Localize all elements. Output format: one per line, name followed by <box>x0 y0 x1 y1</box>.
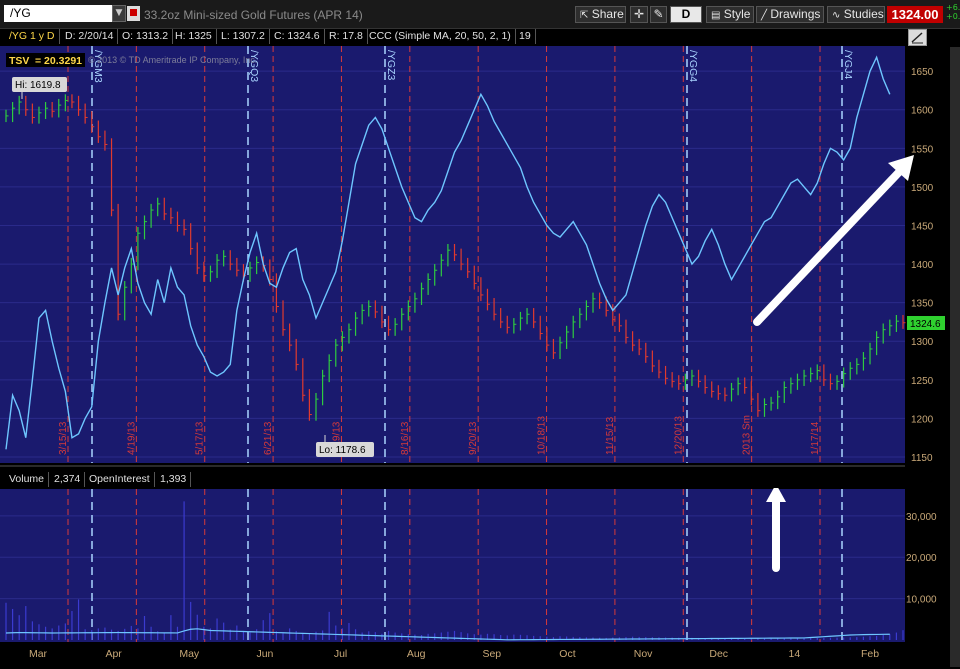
tsv-value: = 20.3291 <box>35 55 82 67</box>
open-interest-label[interactable]: OpenInterest <box>86 472 155 487</box>
month-label: Jun <box>256 648 273 660</box>
event-date-label: 2013 Sm <box>742 415 753 455</box>
tsv-label: TSV <box>9 55 29 67</box>
month-label: Aug <box>407 648 426 660</box>
event-date-label: 3/15/13 <box>58 421 69 455</box>
price-tick-label: 1150 <box>911 453 933 464</box>
volume-label[interactable]: Volume <box>6 472 50 487</box>
price-tick-label: 1350 <box>911 299 934 310</box>
month-label: Mar <box>29 648 48 660</box>
price-tick-label: 1650 <box>911 67 934 78</box>
price-tick-label: 1500 <box>911 183 934 194</box>
hi-label: Hi: 1619.8 <box>15 80 61 91</box>
copyright: © 2013 © TD Ameritrade IP Company, Inc. <box>88 55 257 65</box>
price-tick-label: 1300 <box>911 337 934 348</box>
event-date-label: 10/18/13 <box>537 416 548 455</box>
price-tick-label: 1250 <box>911 376 934 387</box>
month-label: May <box>179 648 200 660</box>
price-tick-label: 1400 <box>911 260 934 271</box>
month-label: Oct <box>559 648 575 660</box>
event-date-label: 1/17/14 <box>810 421 821 455</box>
price-tick-label: 1550 <box>911 144 934 155</box>
price-tick-label: 1450 <box>911 221 934 232</box>
event-date-label: 6/21/13 <box>263 421 274 455</box>
event-date-label: 8/16/13 <box>400 421 411 455</box>
right-scrollbar[interactable] <box>950 47 960 667</box>
expiry-label: /YGJ4 <box>842 50 854 79</box>
lo-label: Lo: 1178.6 <box>319 445 366 456</box>
event-date-label: 11/15/13 <box>605 416 616 455</box>
price-panel-bg <box>0 46 905 463</box>
time-axis-bg <box>0 642 950 669</box>
current-price-label: 1324.6 <box>910 319 941 330</box>
month-label: Nov <box>634 648 653 660</box>
event-date-label: 12/20/13 <box>673 416 684 455</box>
month-label: Feb <box>861 648 879 660</box>
event-date-label: 5/17/13 <box>195 421 206 455</box>
month-label: Dec <box>709 648 728 660</box>
month-label: Jul <box>334 648 347 660</box>
volume-tick-label: 30,000 <box>906 512 937 523</box>
volume-tick-label: 10,000 <box>906 595 937 606</box>
month-label: 14 <box>789 648 801 660</box>
price-tick-label: 1600 <box>911 106 934 117</box>
volume-value: 2,374 <box>51 472 86 487</box>
month-label: Apr <box>105 648 122 660</box>
event-date-label: 9/20/13 <box>468 421 479 455</box>
chart-canvas[interactable]: 3/15/13 4/19/13 5/17/13 6/21/13 7/19/13 8/16/… <box>0 0 960 669</box>
expiry-label: /YGG4 <box>687 50 699 82</box>
open-interest-value: 1,393 <box>157 472 192 487</box>
expiry-label: /YGZ3 <box>385 50 397 81</box>
volume-panel-bg <box>0 489 905 642</box>
month-label: Sep <box>482 648 501 660</box>
event-date-label: 4/19/13 <box>126 421 137 455</box>
price-tick-label: 1200 <box>911 414 934 425</box>
volume-tick-label: 20,000 <box>906 553 937 564</box>
